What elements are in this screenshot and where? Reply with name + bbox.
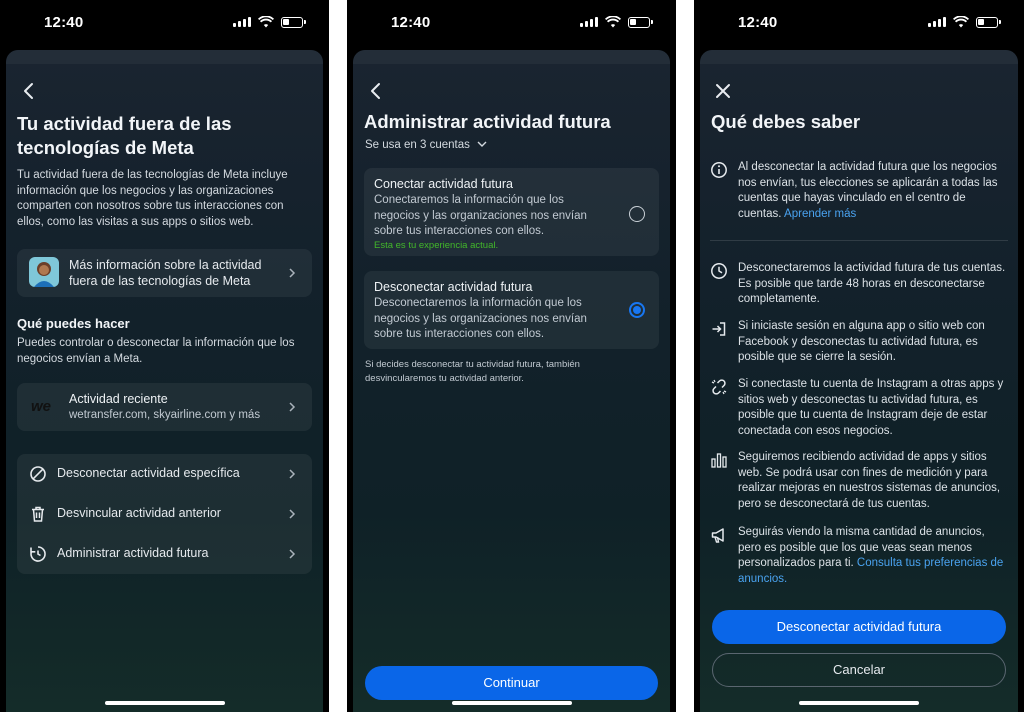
more-info-card[interactable]: Más información sobre la actividad fuera… [17,249,312,297]
back-arrow-icon[interactable] [365,80,387,102]
actions-card: Desconectar actividad específica Desvinc… [17,454,312,574]
sheet: Tu actividad fuera de las tecnologías de… [6,50,323,712]
cancel-button[interactable]: Cancelar [712,653,1006,687]
option-disconnect-future[interactable]: Desconectar actividad futura Desconectar… [364,271,659,349]
info-item-measurement: Seguiremos recibiendo actividad de apps … [710,450,1008,512]
info-item-account-center: Al desconectar la actividad futura que l… [710,160,1008,222]
back-arrow-icon[interactable] [18,80,40,102]
action-label: Desvincular actividad anterior [57,506,221,520]
info-item-login: Si iniciaste sesión en alguna app o siti… [710,319,1008,366]
block-icon [30,466,46,482]
battery-icon [628,16,653,28]
action-unlink-previous[interactable]: Desvincular actividad anterior [17,494,312,534]
info-text: Al desconectar la actividad futura que l… [738,161,998,220]
home-indicator [104,701,225,705]
status-time: 12:40 [44,14,84,31]
wifi-icon [953,16,969,28]
status-time: 12:40 [738,14,778,31]
more-info-line2: fuera de las tecnologías de Meta [69,273,251,288]
info-icon [711,162,727,178]
more-info-line1: Más información sobre la actividad [69,258,262,272]
wifi-icon [605,16,621,28]
divider [710,240,1008,241]
info-item-48h: Desconectaremos la actividad futura de t… [710,261,1008,308]
action-manage-future[interactable]: Administrar actividad futura [17,534,312,574]
home-indicator [799,701,919,705]
option-desc: Desconectaremos la información que los n… [374,297,587,340]
option-desc: Conectaremos la información que los nego… [374,194,587,237]
cellular-signal-icon [580,17,598,27]
radio-disconnect[interactable] [629,302,645,318]
trash-icon [32,506,44,522]
bar-chart-icon [711,453,727,468]
phone-screen-what-to-know: 12:40 Qué debes saber Al desconectar la … [694,0,1024,712]
avatar [29,257,59,287]
wifi-icon [258,16,274,28]
recent-activity-sub: wetransfer.com, skyairline.com y más [69,409,261,421]
learn-more-link[interactable]: Aprender más [784,208,856,220]
status-icons [928,16,1001,28]
action-label: Desconectar actividad específica [57,466,240,480]
info-text: Si iniciaste sesión en alguna app o siti… [738,320,985,363]
current-experience-note: Esta es tu experiencia actual. [374,240,499,251]
accounts-label: Se usa en 3 cuentas [365,139,470,151]
phone-screen-manage-future: 12:40 Administrar actividad futura Se us… [347,0,676,712]
recent-activity-title: Actividad reciente [69,392,168,406]
megaphone-icon [711,528,724,543]
option-title: Conectar actividad futura [374,177,513,191]
option-title: Desconectar actividad futura [374,280,533,294]
disconnect-note: Si decides desconectar tu actividad futu… [365,359,580,384]
chevron-right-icon [289,509,296,519]
phone-screen-activity-overview: 12:40 Tu actividad fuera de las tecnolog… [0,0,329,712]
chevron-down-icon [477,141,487,147]
chevron-right-icon [289,268,296,278]
sheet: Administrar actividad futura Se usa en 3… [353,50,670,712]
continue-button[interactable]: Continuar [365,666,658,700]
cellular-signal-icon [928,17,946,27]
status-icons [233,16,306,28]
page-title: Administrar actividad futura [364,111,611,132]
disconnect-future-button[interactable]: Desconectar actividad futura [712,610,1006,644]
status-icons [580,16,653,28]
what-you-can-do-text: Puedes controlar o desconectar la inform… [17,337,295,365]
login-icon [712,322,726,336]
cellular-signal-icon [233,17,251,27]
chevron-right-icon [289,469,296,479]
recent-activity-logo: we [31,398,52,415]
info-text: Desconectaremos la actividad futura de t… [738,262,1006,305]
sheet: Qué debes saber Al desconectar la activi… [700,50,1018,712]
info-item-ads: Seguirás viendo la misma cantidad de anu… [710,525,1008,587]
battery-icon [976,16,1001,28]
page-title: Tu actividad fuera de las tecnologías de… [17,113,232,158]
status-bar: 12:40 [0,0,329,48]
status-bar: 12:40 [347,0,676,48]
page-title: Qué debes saber [711,111,861,132]
radio-connect[interactable] [629,206,645,222]
clock-icon [711,263,727,279]
unlink-icon [711,379,727,395]
chevron-right-icon [289,402,296,412]
accounts-selector[interactable]: Se usa en 3 cuentas [365,139,487,151]
info-text: Seguiremos recibiendo actividad de apps … [738,451,1001,510]
recent-activity-card[interactable]: we Actividad reciente wetransfer.com, sk… [17,383,312,431]
intro-text: Tu actividad fuera de las tecnologías de… [17,169,288,228]
status-time: 12:40 [391,14,431,31]
chevron-right-icon [289,549,296,559]
status-bar: 12:40 [694,0,1024,48]
battery-icon [281,16,306,28]
home-indicator [451,701,572,705]
close-icon[interactable] [712,80,734,102]
what-you-can-do-heading: Qué puedes hacer [17,316,130,331]
action-label: Administrar actividad futura [57,546,209,560]
option-connect-future[interactable]: Conectar actividad futura Conectaremos l… [364,168,659,256]
clock-arrow-icon [30,546,46,562]
action-disconnect-specific[interactable]: Desconectar actividad específica [17,454,312,494]
info-item-instagram: Si conectaste tu cuenta de Instagram a o… [710,377,1008,439]
info-text: Si conectaste tu cuenta de Instagram a o… [738,378,1004,437]
